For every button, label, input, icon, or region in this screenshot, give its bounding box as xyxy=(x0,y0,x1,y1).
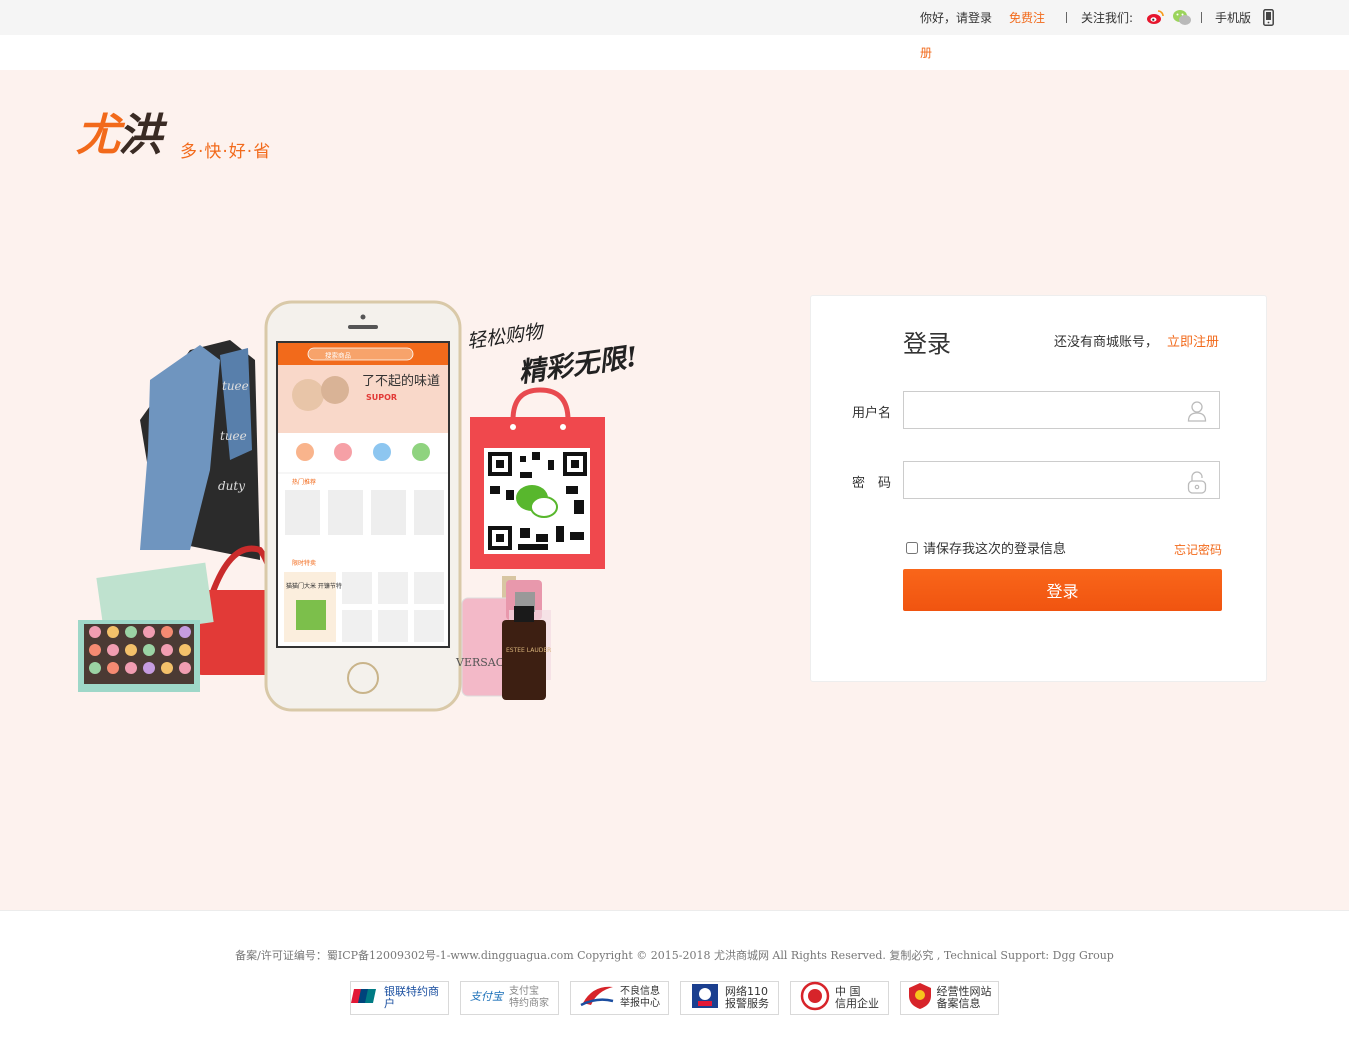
user-icon xyxy=(1187,400,1207,426)
phone-icon xyxy=(1263,9,1274,30)
police-110-icon xyxy=(690,982,720,1014)
weibo-icon[interactable] xyxy=(1146,9,1164,29)
unionpay-icon xyxy=(351,988,379,1008)
badge-trust[interactable]: 中 国信用企业 xyxy=(790,981,889,1015)
greeting-text: 你好，请登录 xyxy=(920,11,993,25)
serum-brand-text: ESTEE LAUDER xyxy=(506,647,551,654)
follow-us-label: 关注我们: xyxy=(1081,11,1134,25)
badge-report-center[interactable]: 不良信息 举报中心 xyxy=(570,981,669,1015)
mobile-version-link[interactable]: 手机版 xyxy=(1215,11,1251,25)
badge-unionpay-text: 银联特约商户 xyxy=(384,985,439,1010)
badge-police-110-text: 网络110 报警服务 xyxy=(725,985,769,1010)
password-label: 密 码 xyxy=(852,476,892,491)
badge-police-110[interactable]: 网络110 报警服务 xyxy=(680,981,779,1015)
svg-text:支付宝: 支付宝 xyxy=(470,990,504,1003)
badge-trust-text: 中 国信用企业 xyxy=(835,985,879,1010)
trust-seal-icon xyxy=(800,981,830,1015)
badge-alipay-text: 支付宝 特约商家 xyxy=(509,986,549,1009)
remember-me-option[interactable]: 请保存我这次的登录信息 xyxy=(906,538,1066,557)
phone-section-flash: 限时特卖 xyxy=(292,559,316,567)
badge-report-center-text: 不良信息 举报中心 xyxy=(620,986,660,1009)
logo-slogan: 多·快·好·省 xyxy=(180,142,272,162)
password-input[interactable] xyxy=(904,462,1194,496)
site-logo[interactable]: 尤洪 xyxy=(76,108,162,164)
username-input[interactable] xyxy=(904,392,1194,426)
top-bar: 你好，请登录 免费注 关注我们: 手机版 xyxy=(0,0,1349,35)
badge-business-website[interactable]: 经营性网站 备案信息 xyxy=(900,981,999,1015)
svg-text:duty: duty xyxy=(218,479,245,493)
phone-search-text: 搜索商品 xyxy=(325,351,351,360)
badge-alipay[interactable]: 支付宝 支付宝 特约商家 xyxy=(460,981,559,1015)
login-button[interactable]: 登录 xyxy=(903,569,1222,611)
macaron-box-image xyxy=(78,562,214,692)
phone-banner-text: 了不起的味道 xyxy=(362,373,440,389)
register-link[interactable]: 免费注 xyxy=(1009,11,1045,25)
password-field xyxy=(903,461,1220,499)
register-link-wrap[interactable]: 册 xyxy=(920,46,932,60)
username-label: 用户名 xyxy=(852,406,892,421)
forgot-password-link[interactable]: 忘记密码 xyxy=(1174,541,1222,558)
login-panel: 登录 还没有商城账号， 立即注册 用户名 密 码 请保存我这次的登录信息 忘记密… xyxy=(810,295,1267,682)
no-account-text: 还没有商城账号， xyxy=(1054,335,1159,350)
footer: 备案/许可证编号：蜀ICP备12009302号-1-www.dingguagua… xyxy=(0,910,1349,1062)
remember-me-label: 请保存我这次的登录信息 xyxy=(923,542,1067,557)
perfume-bottles-image: VERSACE ESTEE LAUDER xyxy=(455,576,551,700)
business-website-icon xyxy=(908,982,932,1014)
report-center-icon xyxy=(579,983,615,1013)
phone-section-hot: 热门推荐 xyxy=(292,478,316,486)
phone-brand-text: SUPOR xyxy=(366,393,397,402)
promo-illustration: tuee tuee duty 搜索商品 了不起的味道 SUPOR 热门推荐 限时… xyxy=(70,300,700,720)
badge-business-website-text: 经营性网站 备案信息 xyxy=(936,985,992,1010)
wechat-icon[interactable] xyxy=(1172,9,1192,30)
divider xyxy=(1066,12,1067,23)
svg-text:tuee: tuee xyxy=(222,379,249,393)
remember-me-checkbox[interactable] xyxy=(906,541,918,554)
phone-mockup: 搜索商品 了不起的味道 SUPOR 热门推荐 限时特卖 猫猫门大米 开镰节特惠专… xyxy=(264,300,462,712)
username-field xyxy=(903,391,1220,429)
divider xyxy=(1201,12,1202,23)
login-title: 登录 xyxy=(903,330,951,358)
lock-icon xyxy=(1187,470,1207,498)
shopping-bag-qr-image xyxy=(470,387,605,569)
promo-headline-2: 精彩无限! xyxy=(517,342,640,389)
svg-text:tuee: tuee xyxy=(220,429,247,443)
badge-unionpay[interactable]: 银联特约商户 xyxy=(350,981,449,1015)
jacket-image: tuee tuee duty xyxy=(140,340,260,560)
top-bar-overflow: 册 xyxy=(0,35,1349,70)
register-now-link[interactable]: 立即注册 xyxy=(1167,331,1219,350)
alipay-icon: 支付宝 xyxy=(470,988,505,1008)
copyright-text: 备案/许可证编号：蜀ICP备12009302号-1-www.dingguagua… xyxy=(235,949,1114,962)
promo-headline-1: 轻松购物 xyxy=(466,320,547,353)
